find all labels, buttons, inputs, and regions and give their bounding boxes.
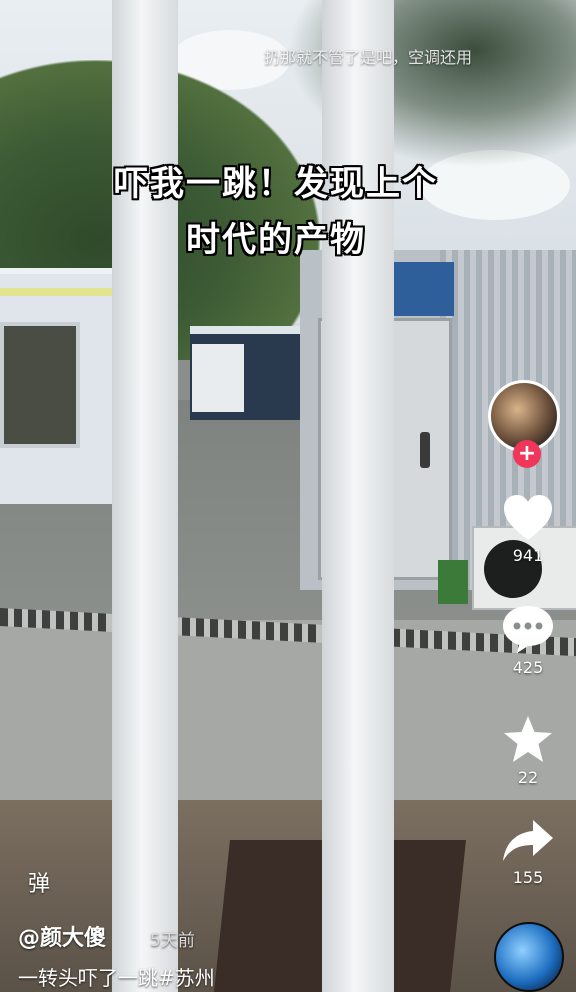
caption-line-2: 时代的产物 (186, 220, 366, 260)
favorite-count: 22 (517, 768, 539, 787)
booth-window (0, 322, 80, 448)
post-time: 5天前 (150, 931, 195, 951)
author-name[interactable]: @颜大傻 (18, 920, 106, 952)
follow-button[interactable]: + (513, 440, 541, 468)
star-icon (504, 716, 552, 762)
white-pole-left (112, 0, 178, 992)
comment-icon (503, 606, 553, 653)
green-bucket (438, 560, 468, 604)
share-count: 155 (512, 868, 544, 887)
video-description[interactable]: 一转头吓了一跳#苏州 (18, 962, 215, 991)
far-shed-wall (192, 344, 244, 412)
comment-button[interactable]: 425 (490, 604, 566, 677)
white-pole-right (322, 0, 394, 992)
booth-stripe (0, 288, 128, 296)
scrolling-comment: 扔那就不管了是吧，空调还用 (264, 48, 473, 67)
like-count: 941 (512, 546, 544, 565)
door-handle (420, 432, 430, 468)
danmaku-toggle[interactable]: 弹 (28, 866, 50, 898)
share-button[interactable]: 155 (490, 818, 566, 887)
like-button[interactable]: 941 (490, 494, 566, 565)
favorite-button[interactable]: 22 (490, 714, 566, 787)
comment-count: 425 (512, 658, 544, 677)
share-arrow-icon (503, 820, 553, 861)
heart-icon (504, 495, 552, 540)
music-disc-icon[interactable] (494, 922, 564, 992)
caption-line-1: 吓我一跳！发现上个 (114, 164, 438, 204)
video-caption: 吓我一跳！发现上个 时代的产物 (56, 156, 496, 268)
